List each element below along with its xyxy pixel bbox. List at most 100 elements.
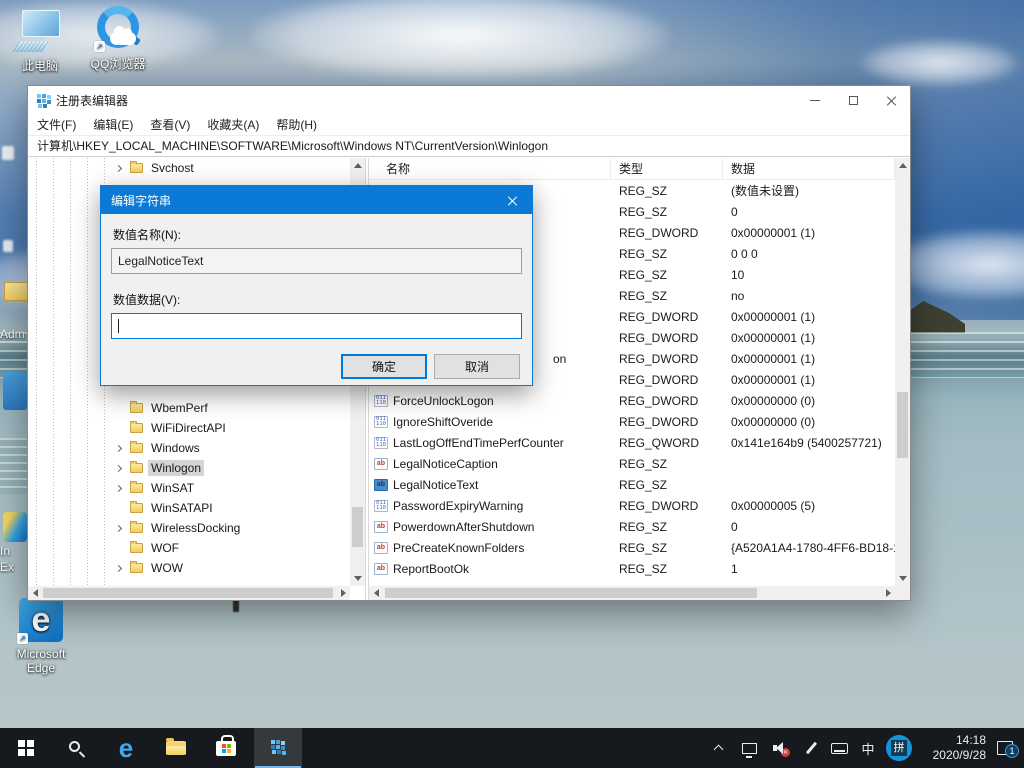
desktop-icon-microsoft-edge[interactable]: e Microsoft Edge xyxy=(2,598,80,675)
ok-button[interactable]: 确定 xyxy=(341,354,427,379)
expander-icon[interactable] xyxy=(116,166,129,171)
partial-folder-icon[interactable] xyxy=(4,282,28,301)
tree-item[interactable]: Windows xyxy=(28,438,350,458)
reg-dword-icon: 011110 xyxy=(374,395,388,407)
qq-browser-icon xyxy=(94,6,142,52)
scroll-right-button[interactable] xyxy=(881,586,895,600)
tree-item[interactable]: WinSAT xyxy=(28,478,350,498)
window-titlebar[interactable]: 注册表编辑器 xyxy=(28,86,910,114)
scroll-down-button[interactable] xyxy=(895,571,910,586)
tree-item[interactable]: Svchost xyxy=(28,158,350,178)
value-type-cell: REG_DWORD xyxy=(611,331,723,345)
registry-value-row[interactable]: abPreCreateKnownFoldersREG_SZ{A520A1A4-1… xyxy=(369,537,895,558)
expander-icon[interactable] xyxy=(116,466,129,471)
dialog-titlebar[interactable]: 编辑字符串 xyxy=(101,186,532,214)
scroll-thumb[interactable] xyxy=(43,588,333,598)
column-header-data[interactable]: 数据 xyxy=(723,158,895,179)
value-type-cell: REG_DWORD xyxy=(611,394,723,408)
scroll-thumb[interactable] xyxy=(385,588,757,598)
expander-icon[interactable] xyxy=(116,486,129,491)
tray-network-icon[interactable] xyxy=(736,728,762,768)
cancel-button[interactable]: 取消 xyxy=(434,354,520,379)
partial-icon-label: In xyxy=(0,544,27,558)
tree-item[interactable]: WOF xyxy=(28,538,350,558)
scroll-up-button[interactable] xyxy=(895,158,910,173)
scroll-thumb[interactable] xyxy=(352,507,363,547)
scroll-left-button[interactable] xyxy=(369,586,383,600)
expander-icon[interactable] xyxy=(116,566,129,571)
registry-value-row[interactable]: abLegalNoticeTextREG_SZ xyxy=(369,474,895,495)
tray-pen-icon[interactable] xyxy=(800,728,822,768)
minimize-button[interactable] xyxy=(796,86,834,114)
scroll-left-button[interactable] xyxy=(28,586,42,600)
action-center-button[interactable]: 1 xyxy=(990,728,1020,768)
tree-item[interactable]: WbemPerf xyxy=(28,398,350,418)
registry-value-row[interactable]: 011110LastLogOffEndTimePerfCounterREG_QW… xyxy=(369,432,895,453)
value-name-text: PowerdownAfterShutdown xyxy=(393,520,534,534)
tree-item[interactable]: WOW xyxy=(28,558,350,578)
registry-value-row[interactable]: abPowerdownAfterShutdownREG_SZ0 xyxy=(369,516,895,537)
taskbar-search-button[interactable] xyxy=(54,728,98,768)
value-data-cell: 0x00000001 (1) xyxy=(723,310,895,324)
value-type-cell: REG_SZ xyxy=(611,562,723,576)
maximize-button[interactable] xyxy=(834,86,872,114)
taskbar-clock[interactable]: 14:18 2020/9/28 xyxy=(918,728,986,768)
taskbar-file-explorer-button[interactable] xyxy=(154,728,198,768)
menu-item[interactable]: 收藏夹(A) xyxy=(207,116,259,133)
ime-pinyin-indicator[interactable]: 拼 xyxy=(884,728,914,768)
taskbar-regedit-button[interactable] xyxy=(254,728,302,768)
menu-item[interactable]: 帮助(H) xyxy=(276,116,317,133)
tree-item[interactable]: WinSATAPI xyxy=(28,498,350,518)
tree-item[interactable]: WirelessDocking xyxy=(28,518,350,538)
list-horizontal-scrollbar[interactable] xyxy=(369,586,895,600)
tray-volume-muted[interactable] xyxy=(768,728,794,768)
menu-item[interactable]: 编辑(E) xyxy=(93,116,133,133)
dialog-close-button[interactable] xyxy=(492,186,532,214)
tree-item-label: WirelessDocking xyxy=(148,520,243,536)
value-data-cell: 0 xyxy=(723,520,895,534)
desktop-icon-qq-browser[interactable]: QQ浏览器 xyxy=(79,6,157,72)
folder-icon xyxy=(130,543,143,553)
tree-item[interactable]: WiFiDirectAPI xyxy=(28,418,350,438)
address-bar[interactable]: 计算机\HKEY_LOCAL_MACHINE\SOFTWARE\Microsof… xyxy=(28,135,910,157)
menu-item[interactable]: 文件(F) xyxy=(37,116,76,133)
desktop-icon-this-pc[interactable]: 此电脑 xyxy=(1,8,79,74)
expander-icon[interactable] xyxy=(116,446,129,451)
tree-horizontal-scrollbar[interactable] xyxy=(28,586,350,600)
scroll-up-button[interactable] xyxy=(350,158,365,173)
tree-item-label: WinSAT xyxy=(148,480,197,496)
value-data-input[interactable] xyxy=(111,313,522,339)
taskbar-edge-button[interactable]: e xyxy=(104,728,148,768)
partial-ie-icon[interactable] xyxy=(3,512,27,542)
start-button[interactable] xyxy=(4,728,48,768)
registry-value-row[interactable]: abReportBootOkREG_SZ1 xyxy=(369,558,895,579)
registry-value-row[interactable]: 011110IgnoreShiftOverideREG_DWORD0x00000… xyxy=(369,411,895,432)
partial-desktop-icon[interactable] xyxy=(3,372,27,410)
close-button[interactable] xyxy=(872,86,910,114)
registry-value-row[interactable]: 011110ForceUnlockLogonREG_DWORD0x0000000… xyxy=(369,390,895,411)
registry-value-row[interactable]: abLegalNoticeCaptionREG_SZ xyxy=(369,453,895,474)
scroll-down-button[interactable] xyxy=(350,571,365,586)
registry-value-row[interactable]: 011110PasswordExpiryWarningREG_DWORD0x00… xyxy=(369,495,895,516)
ime-language-indicator[interactable]: 中 xyxy=(856,728,880,768)
column-header-name[interactable]: 名称 xyxy=(369,158,611,179)
tray-show-hidden-icons[interactable] xyxy=(706,728,730,768)
value-data-cell: {A520A1A4-1780-4FF6-BD18-167343C5AF16} xyxy=(723,541,895,555)
menu-item[interactable]: 查看(V) xyxy=(150,116,190,133)
expander-icon[interactable] xyxy=(116,526,129,531)
list-vertical-scrollbar[interactable] xyxy=(895,158,910,586)
value-data-cell: 1 xyxy=(723,562,895,576)
value-name-field[interactable]: LegalNoticeText xyxy=(111,248,522,274)
tree-item[interactable]: Winlogon xyxy=(28,458,350,478)
taskbar: e 中 拼 14:18 2020/9/28 1 xyxy=(0,728,1024,768)
scroll-right-button[interactable] xyxy=(336,586,350,600)
folder-icon xyxy=(130,483,143,493)
tree-item-label: Svchost xyxy=(148,160,197,176)
taskbar-store-button[interactable] xyxy=(204,728,248,768)
column-header-type[interactable]: 类型 xyxy=(611,158,723,179)
resize-grip xyxy=(895,586,910,600)
tray-touch-keyboard[interactable] xyxy=(826,728,852,768)
scroll-thumb[interactable] xyxy=(897,392,908,458)
chevron-right-icon xyxy=(115,464,122,471)
value-type-cell: REG_SZ xyxy=(611,478,723,492)
